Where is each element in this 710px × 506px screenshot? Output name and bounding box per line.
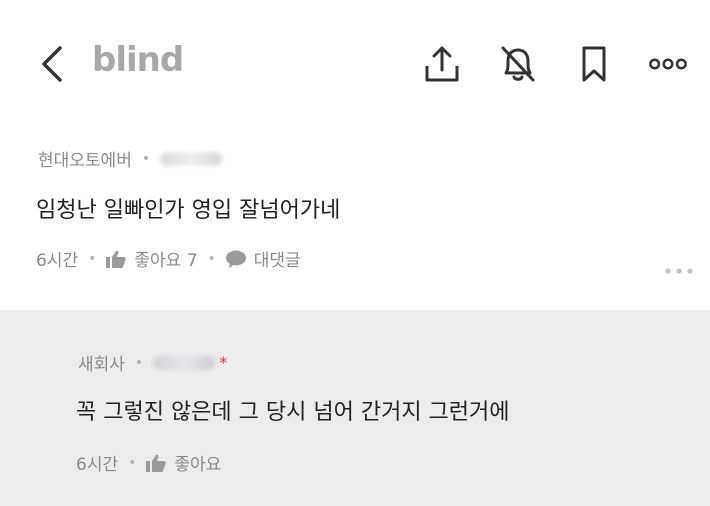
bookmark-button[interactable] (574, 42, 614, 86)
like-label: 좋아요 7 (134, 251, 198, 271)
share-button[interactable] (422, 42, 462, 86)
comment-text: 꼭 그렇진 않은데 그 당시 넘어 간거지 그런거에 (76, 400, 510, 425)
blind-logo: blind (92, 40, 184, 80)
comment-item: 현대오토에버 • 임청난 일빠인가 영입 잘넘어가네 6시간 • 좋아요 7 •… (0, 120, 710, 290)
comment-meta: 새회사 • * (78, 350, 227, 375)
comment-time: 6시간 (36, 251, 79, 271)
reply-label: 대댓글 (253, 251, 301, 271)
company-name: 현대오토에버 (38, 151, 132, 171)
reply-button[interactable]: 대댓글 (225, 246, 301, 271)
reply-item: 새회사 • * 꼭 그렇진 않은데 그 당시 넘어 간거지 그런거에 6시간 •… (0, 310, 710, 506)
more-icon (665, 268, 693, 274)
comment-meta: 현대오토에버 • (38, 146, 223, 171)
bell-off-icon (501, 46, 535, 82)
comment-time: 6시간 (76, 455, 119, 475)
author-badge: * (219, 353, 228, 372)
comment-actions: 6시간 • 좋아요 (76, 450, 221, 475)
comment-actions: 6시간 • 좋아요 7 • 대댓글 (36, 246, 301, 271)
thumbs-up-icon (106, 250, 127, 268)
thumbs-up-icon (146, 454, 167, 472)
share-icon (425, 46, 459, 82)
notification-off-button[interactable] (498, 42, 538, 86)
top-bar: blind (0, 0, 710, 120)
bookmark-icon (582, 46, 606, 82)
comment-text: 임청난 일빠인가 영입 잘넘어가네 (36, 198, 341, 223)
comment-more-button[interactable] (664, 260, 694, 279)
like-label: 좋아요 (174, 455, 222, 475)
speech-bubble-icon (225, 250, 246, 268)
company-name: 새회사 (78, 355, 125, 375)
more-button[interactable] (648, 42, 688, 86)
more-icon (649, 58, 687, 70)
back-button[interactable] (36, 44, 72, 84)
chevron-left-icon (42, 46, 62, 82)
author-nickname[interactable] (160, 151, 223, 166)
like-button[interactable]: 좋아요 7 (106, 246, 198, 271)
like-button[interactable]: 좋아요 (146, 450, 221, 475)
author-nickname[interactable] (153, 355, 216, 370)
